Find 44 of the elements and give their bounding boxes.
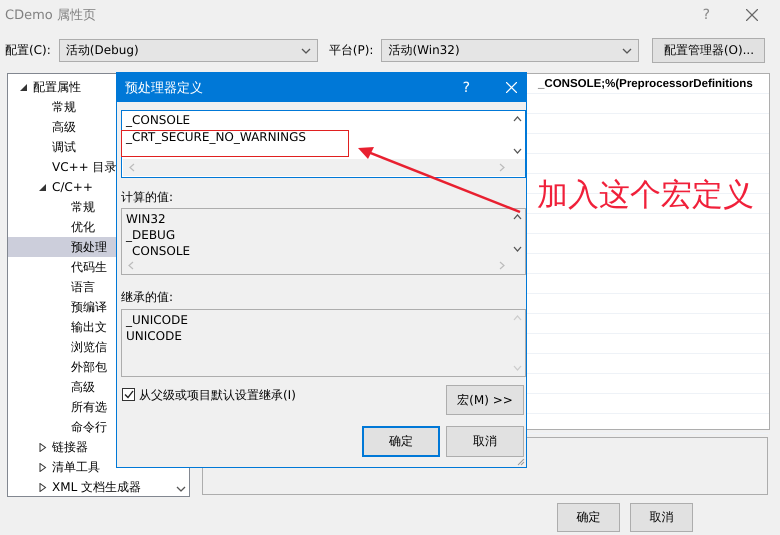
check-icon	[124, 390, 134, 399]
close-icon[interactable]	[746, 9, 758, 21]
tree-item[interactable]: 链接器	[8, 437, 173, 457]
scroll-up-icon	[512, 116, 522, 122]
inherited-label: 继承的值:	[121, 289, 174, 305]
scroll-left-icon	[129, 163, 135, 172]
scroll-down-icon	[512, 246, 522, 252]
chevron-down-icon	[622, 48, 632, 54]
dropdown[interactable]: 活动(Win32)	[381, 39, 640, 62]
scroll-up-icon	[512, 214, 522, 220]
evaluated-label: 计算的值:	[121, 189, 174, 205]
tree-item[interactable]: 清单工具	[8, 457, 173, 477]
checkbox-label: 从父级或项目默认设置继承(I)	[139, 387, 297, 404]
text-line: _CONSOLE	[126, 112, 190, 129]
scroll-left-icon	[128, 261, 134, 270]
tree-item[interactable]: XML 文档生成器	[8, 477, 173, 496]
text-line: _UNICODE	[126, 312, 188, 328]
text-line: _CRT_SECURE_NO_WARNINGS	[126, 129, 306, 146]
scroll-down-icon	[512, 148, 522, 154]
scroll-up-icon	[512, 315, 522, 321]
platform-label: 平台(P):	[328, 42, 374, 59]
scroll-right-icon	[499, 261, 505, 270]
dialog-title: 预处理器定义	[125, 80, 204, 96]
dialog-button[interactable]: 取消	[446, 426, 524, 457]
macro-button[interactable]: 宏(M) >>	[446, 385, 524, 415]
annotation-text: 加入这个宏定义	[537, 176, 754, 215]
resize-grip-icon	[516, 457, 525, 466]
definitions-field[interactable]: _CONSOLE _CRT_SECURE_NO_WARNINGS	[121, 110, 526, 178]
scroll-down-icon	[176, 486, 186, 492]
scroll-right-icon	[499, 163, 505, 172]
config-label: 配置(C):	[5, 42, 51, 59]
window-title: CDemo 属性页	[5, 7, 97, 24]
config-manager-button[interactable]: 配置管理器(O)...	[652, 38, 766, 63]
help-button[interactable]: ?	[462, 80, 470, 96]
dialog-button[interactable]: 取消	[630, 503, 693, 532]
dialog-button[interactable]: 确定	[362, 426, 440, 457]
dropdown[interactable]: 活动(Debug)	[58, 39, 318, 62]
chevron-down-icon	[300, 48, 311, 54]
scroll-down-icon	[512, 365, 522, 371]
text-line: UNICODE	[126, 328, 182, 344]
property-value: _CONSOLE;%(PreprocessorDefinitions	[538, 78, 753, 90]
text-line: WIN32	[126, 211, 166, 227]
checkbox[interactable]	[122, 388, 135, 401]
dialog-button[interactable]: 确定	[557, 503, 620, 532]
